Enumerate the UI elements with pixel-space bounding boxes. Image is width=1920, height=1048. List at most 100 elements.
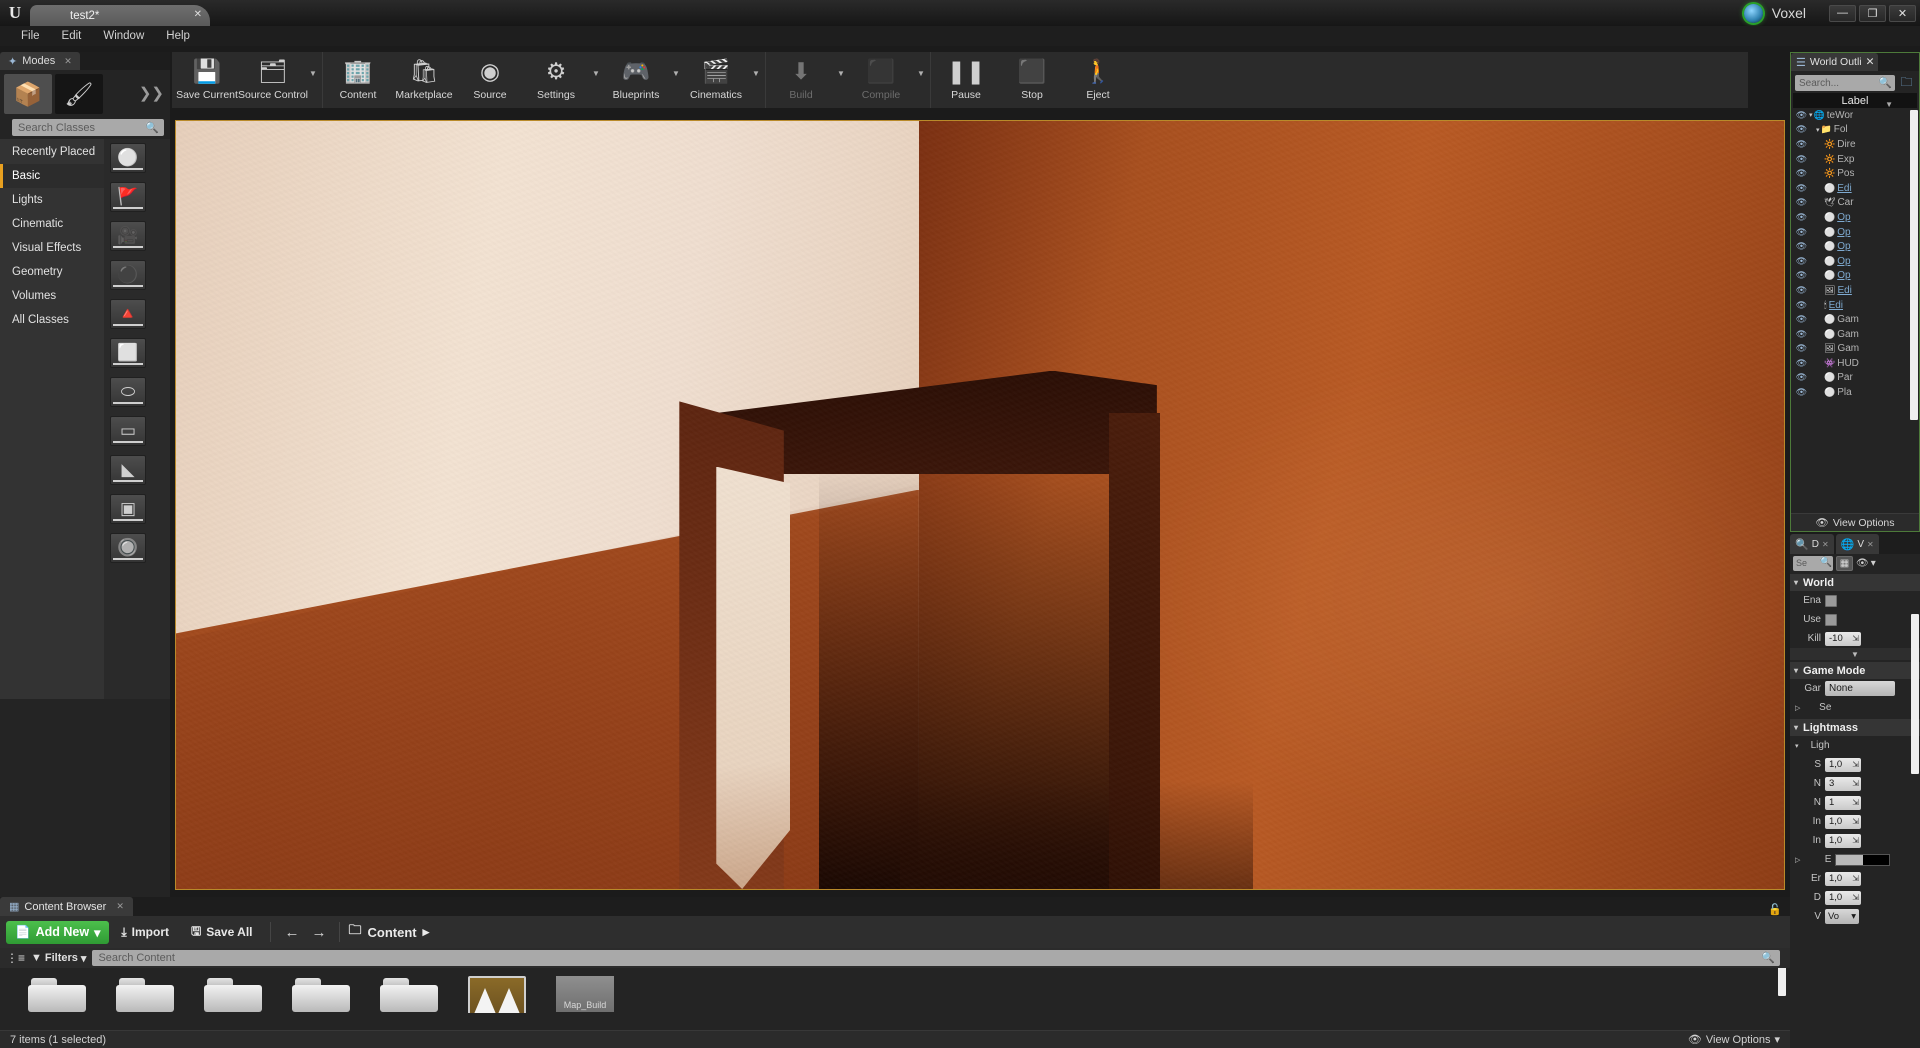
property-value-input[interactable]: 1,0 ⇲ [1825, 814, 1861, 829]
box-thumb[interactable]: ▣ [110, 494, 146, 524]
forward-button[interactable]: → [306, 924, 331, 941]
outliner-row[interactable]: 👁 ⚪ Op [1791, 269, 1919, 284]
toolbar-settings-button[interactable]: ⚙ Settings [523, 52, 589, 108]
expander-triangle-icon[interactable]: ▷ [1795, 704, 1800, 712]
outliner-row[interactable]: 👁 ⚪ Op [1791, 254, 1919, 269]
chevron-down-icon[interactable]: ▼ [589, 52, 603, 108]
outliner-row[interactable]: 👁 ▾ 📁 Fol [1791, 123, 1919, 138]
outliner-row[interactable]: 👁 ⚪ Par [1791, 371, 1919, 386]
toolbar-blueprints-button[interactable]: 🎮 Blueprints [603, 52, 669, 108]
content-search-input[interactable]: Search Content 🔍 [92, 950, 1780, 966]
camera-actor-thumb[interactable]: 🎥 [110, 221, 146, 251]
folder-item[interactable] [116, 976, 174, 1012]
details-section-world[interactable]: ▾ World [1790, 574, 1920, 591]
outliner-tab-close-icon[interactable]: ✕ [1866, 56, 1875, 68]
lock-icon[interactable]: 🔓 [1768, 903, 1782, 916]
filters-button[interactable]: ▼ Filters ▾ [31, 952, 86, 965]
eye-icon[interactable]: 👁 [1794, 358, 1809, 369]
toolbar-cinematics-button[interactable]: 🎬 Cinematics [683, 52, 749, 108]
eye-icon[interactable]: 👁 [1794, 241, 1809, 252]
menu-item-window[interactable]: Window [92, 26, 155, 46]
folder-item[interactable] [380, 976, 438, 1012]
cylinder-thumb[interactable]: ⬭ [110, 377, 146, 407]
property-value-input[interactable]: 1,0 ⇲ [1825, 871, 1861, 886]
eye-icon[interactable]: 👁 [1794, 314, 1809, 325]
outliner-row[interactable]: 👁 👾 HUD [1791, 356, 1919, 371]
project-tab[interactable]: test2* ✕ [30, 5, 210, 26]
spinner-icon[interactable]: ⇲ [1852, 874, 1859, 883]
spinner-icon[interactable]: ⇲ [1852, 893, 1859, 902]
property-value-input[interactable]: 1,0 ⇲ [1825, 757, 1861, 772]
content-browser-tab-close-icon[interactable]: ✕ [116, 901, 124, 912]
back-button[interactable]: ← [279, 924, 304, 941]
expander-triangle-icon[interactable]: ▾ [1795, 742, 1799, 750]
placement-category-all-classes[interactable]: All Classes [0, 308, 104, 332]
sphere-thumb[interactable]: ⚫ [110, 260, 146, 290]
outliner-row[interactable]: 👁 ⚪ Op [1791, 225, 1919, 240]
property-dropdown[interactable]: Vo ▾ [1825, 909, 1859, 924]
wedge-thumb[interactable]: ◣ [110, 455, 146, 485]
placement-category-geometry[interactable]: Geometry [0, 260, 104, 284]
expander-triangle-icon[interactable]: ▾ [1816, 126, 1820, 134]
eye-icon[interactable]: 👁 [1794, 256, 1809, 267]
expander-triangle-icon[interactable]: ▾ [1809, 111, 1813, 119]
toolbar-marketplace-button[interactable]: 🛍 Marketplace [391, 52, 457, 108]
expander-triangle-icon[interactable]: ▾ [1794, 578, 1798, 587]
chevron-down-icon[interactable]: ▼ [749, 52, 763, 108]
sphere2-thumb[interactable]: 🔘 [110, 533, 146, 563]
eye-icon[interactable]: 👁 [1794, 372, 1809, 383]
grid-icon[interactable]: ▦ [1836, 555, 1853, 571]
map-build-asset[interactable]: Map_Build [556, 976, 614, 1012]
folder-item[interactable] [204, 976, 262, 1012]
outliner-row[interactable]: 👁 ⚪ Pla [1791, 385, 1919, 400]
paint-mode-button[interactable]: 🖌 [55, 74, 103, 114]
property-checkbox[interactable] [1825, 594, 1837, 607]
close-button[interactable]: ✕ [1889, 4, 1916, 22]
eye-icon[interactable]: 👁 [1794, 300, 1809, 311]
eye-icon[interactable]: 👁 [1794, 285, 1809, 296]
folder-item[interactable] [292, 976, 350, 1012]
placement-category-recently-placed[interactable]: Recently Placed [0, 140, 104, 164]
plane-thumb[interactable]: ▭ [110, 416, 146, 446]
tab-details[interactable]: 🔍 D ✕ [1790, 534, 1834, 554]
map-asset[interactable] [468, 976, 526, 1013]
spinner-icon[interactable]: ⇲ [1852, 634, 1859, 643]
outliner-row[interactable]: 👁 ▾ 🌐 teWor [1791, 108, 1919, 123]
spinner-icon[interactable]: ⇲ [1852, 760, 1859, 769]
details-search-input[interactable]: Se 🔍 [1793, 555, 1833, 571]
outliner-view-options-button[interactable]: 👁 View Options [1791, 513, 1919, 531]
details-tab-close-icon[interactable]: ✕ [1822, 540, 1829, 549]
breadcrumb-content-label[interactable]: Content [368, 925, 417, 940]
more-modes-chevron-icon[interactable]: ❯❯ [139, 84, 164, 102]
search-classes-input[interactable]: Search Classes 🔍 [12, 119, 164, 136]
eye-icon[interactable]: 👁 [1794, 139, 1809, 150]
eye-icon[interactable]: 👁 [1794, 329, 1809, 340]
tab-world-outliner[interactable]: ☰ World Outli ✕ [1791, 53, 1879, 71]
outliner-search-input[interactable]: Search... 🔍 [1795, 75, 1895, 91]
maximize-button[interactable]: ❐ [1859, 4, 1886, 22]
outliner-row[interactable]: 👁 ⚪ Op [1791, 239, 1919, 254]
outliner-row[interactable]: 👁 🔆 Exp [1791, 152, 1919, 167]
outliner-column-header[interactable]: Label ▼ [1793, 93, 1917, 109]
placement-category-visual-effects[interactable]: Visual Effects [0, 236, 104, 260]
toolbar-source-button[interactable]: ◉ Source [457, 52, 523, 108]
spinner-icon[interactable]: ⇲ [1852, 798, 1859, 807]
level-viewport[interactable] [175, 120, 1785, 890]
property-checkbox[interactable] [1825, 613, 1837, 626]
toolbar-eject-button[interactable]: 🚶 Eject [1065, 52, 1131, 108]
eye-icon[interactable]: 👁 [1794, 270, 1809, 281]
outliner-row[interactable]: 👁 🔆 Dire [1791, 137, 1919, 152]
outliner-row[interactable]: 👁 ⚪ Gam [1791, 327, 1919, 342]
property-value-input[interactable]: 1,0 ⇲ [1825, 833, 1861, 848]
player-start-thumb[interactable]: 🚩 [110, 182, 146, 212]
placement-category-basic[interactable]: Basic [0, 164, 104, 188]
details-section-lightmass[interactable]: ▾ Lightmass [1790, 719, 1920, 736]
outliner-row[interactable]: 👁 🕯 Edi [1791, 298, 1919, 313]
placement-category-cinematic[interactable]: Cinematic [0, 212, 104, 236]
eye-icon[interactable]: 👁 [1794, 183, 1809, 194]
placement-category-lights[interactable]: Lights [0, 188, 104, 212]
chevron-down-icon[interactable]: ▼ [306, 52, 320, 108]
modes-tab-close-icon[interactable]: ✕ [64, 56, 72, 67]
voxel-plugin-icon[interactable] [1743, 3, 1763, 23]
cube-thumb[interactable]: ⬜ [110, 338, 146, 368]
